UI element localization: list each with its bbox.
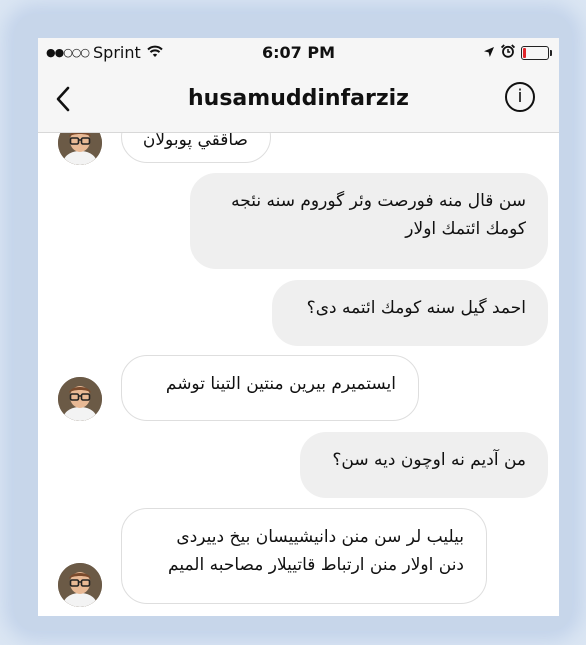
message-text-line: احمد گيل سنه كومك ائتمه دی؟ [306, 298, 526, 318]
message-text-line: من آديم نه اوچون ديه سن؟ [332, 450, 526, 470]
status-right [477, 44, 552, 62]
avatar[interactable] [58, 133, 102, 165]
message-text-line: بيليب لر سن منن دانيشييسان بيخ دييردی [176, 527, 464, 547]
battery-icon [521, 46, 552, 60]
message-bubble-outgoing[interactable]: من آديم نه اوچون ديه سن؟ [300, 432, 548, 498]
message-text-line: دنن اولار منن ارتباط قاتييلار مصاحبه الم… [168, 555, 464, 575]
message-text-line: كومك ائتمك اولار [405, 219, 526, 239]
battery-cap [550, 50, 552, 56]
status-bar: ●●○○○ Sprint 6:07 PM [38, 38, 559, 66]
message-bubble-outgoing[interactable]: احمد گيل سنه كومك ائتمه دی؟ [272, 280, 548, 346]
avatar[interactable] [58, 377, 102, 421]
message-bubble-incoming[interactable]: بيليب لر سن منن دانيشييسان بيخ دييردی دن… [121, 508, 487, 604]
avatar[interactable] [58, 563, 102, 607]
message-thread[interactable]: صاققي پوبولان سن قال منه فورصت وئر گوروم… [38, 133, 559, 616]
phone-screen: ●●○○○ Sprint 6:07 PM husamuddinfarziz i … [38, 38, 559, 616]
alarm-clock-icon [500, 44, 516, 62]
message-text-line: سن قال منه فورصت وئر گوروم سنه نئجه [231, 191, 526, 211]
location-arrow-icon [483, 44, 495, 62]
info-icon[interactable]: i [505, 82, 535, 112]
message-text-line: ايستميرم بيرين منتين التينا توشم [165, 374, 396, 394]
message-bubble-outgoing[interactable]: سن قال منه فورصت وئر گوروم سنه نئجه كومك… [190, 173, 548, 269]
message-bubble-incoming[interactable]: ايستميرم بيرين منتين التينا توشم [121, 355, 419, 421]
battery-level-fill [523, 48, 526, 58]
message-bubble-incoming[interactable]: صاققي پوبولان [121, 133, 271, 163]
conversation-title[interactable]: husamuddinfarziz [38, 86, 559, 111]
message-text: صاققي پوبولان [142, 133, 248, 150]
conversation-header: husamuddinfarziz i [38, 66, 559, 133]
